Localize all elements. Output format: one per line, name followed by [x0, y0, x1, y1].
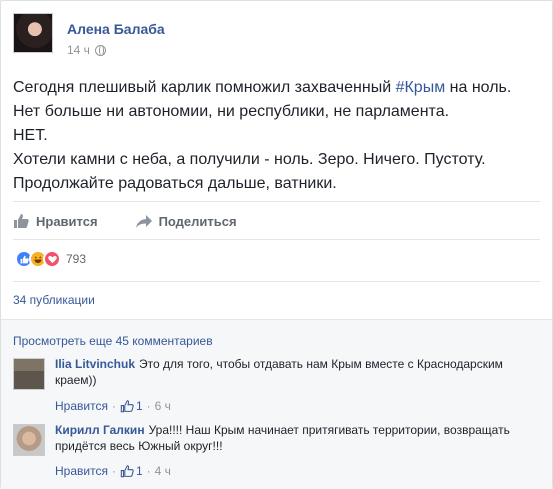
- post-timestamp[interactable]: 14 ч: [67, 43, 90, 57]
- like-button[interactable]: Нравится: [13, 213, 98, 229]
- thumbs-up-icon: [13, 213, 29, 229]
- author-name[interactable]: Алена Балаба: [67, 21, 165, 37]
- separator-dot: ·: [146, 464, 151, 478]
- commenter-name[interactable]: Ilia Litvinchuk: [55, 357, 135, 371]
- post-line: Продолжайте радоваться дальше, ватники.: [13, 175, 337, 192]
- divider: [13, 281, 540, 282]
- author-avatar[interactable]: [13, 13, 53, 53]
- comment-body: Ilia Litvinchuk Это для того, чтобы отдав…: [55, 356, 525, 388]
- shares-link[interactable]: 34 публикации: [13, 293, 95, 307]
- thumbs-up-outline-icon: [120, 465, 134, 478]
- post-header: Алена Балаба 14 ч: [13, 11, 533, 63]
- comment-like-count: 1: [135, 399, 143, 413]
- comment-body: Кирилл Галкин Ура!!!! Наш Крым начинает п…: [55, 422, 525, 454]
- share-icon: [135, 213, 152, 229]
- comment-like-link[interactable]: Нравится: [55, 399, 108, 413]
- commenter-avatar[interactable]: [13, 424, 45, 456]
- globe-icon: [94, 44, 106, 56]
- comment-likes[interactable]: 1: [120, 399, 143, 413]
- hashtag-link[interactable]: #Крым: [396, 79, 446, 96]
- post-text: Сегодня плешивый карлик помножил захваче…: [13, 76, 538, 196]
- separator-dot: ·: [111, 464, 116, 478]
- reaction-count: 793: [66, 252, 87, 266]
- thumbs-up-outline-icon: [120, 400, 134, 413]
- comment-time[interactable]: 4 ч: [155, 464, 171, 478]
- comment-like-link[interactable]: Нравится: [55, 464, 108, 478]
- post-meta: 14 ч: [67, 43, 106, 57]
- commenter-name[interactable]: Кирилл Галкин: [55, 423, 145, 437]
- view-more-comments-link[interactable]: Просмотреть еще 45 комментариев: [13, 334, 213, 348]
- post-actions: Нравится Поделиться: [13, 208, 237, 234]
- love-reaction-icon: [43, 250, 61, 268]
- like-label: Нравится: [36, 213, 98, 229]
- post-text-segment: на ноль.: [445, 79, 512, 96]
- divider: [13, 201, 540, 202]
- post-line: НЕТ.: [13, 127, 48, 144]
- share-button[interactable]: Поделиться: [135, 213, 237, 229]
- post-line: Сегодня плешивый карлик помножил захваче…: [13, 76, 538, 100]
- post-text-segment: Сегодня плешивый карлик помножил захваче…: [13, 79, 396, 96]
- separator-dot: ·: [111, 399, 116, 413]
- commenter-avatar[interactable]: [13, 358, 45, 390]
- post-card: Алена Балаба 14 ч Сегодня плешивый карли…: [0, 0, 553, 489]
- comment-meta: Нравится · 1 · 6 ч: [55, 399, 171, 413]
- divider: [13, 239, 540, 240]
- comment-like-count: 1: [135, 464, 143, 478]
- comments-section: Просмотреть еще 45 комментариев Ilia Lit…: [1, 319, 552, 489]
- share-label: Поделиться: [158, 213, 237, 229]
- comment-likes[interactable]: 1: [120, 464, 143, 478]
- separator-dot: ·: [146, 399, 151, 413]
- post-line: Нет больше ни автономии, ни республики, …: [13, 103, 450, 120]
- comment-meta: Нравится · 1 · 4 ч: [55, 464, 171, 478]
- reactions-summary[interactable]: 793: [15, 250, 86, 268]
- post-line: Хотели камни с неба, а получили - ноль. …: [13, 151, 486, 168]
- comment-time[interactable]: 6 ч: [155, 399, 171, 413]
